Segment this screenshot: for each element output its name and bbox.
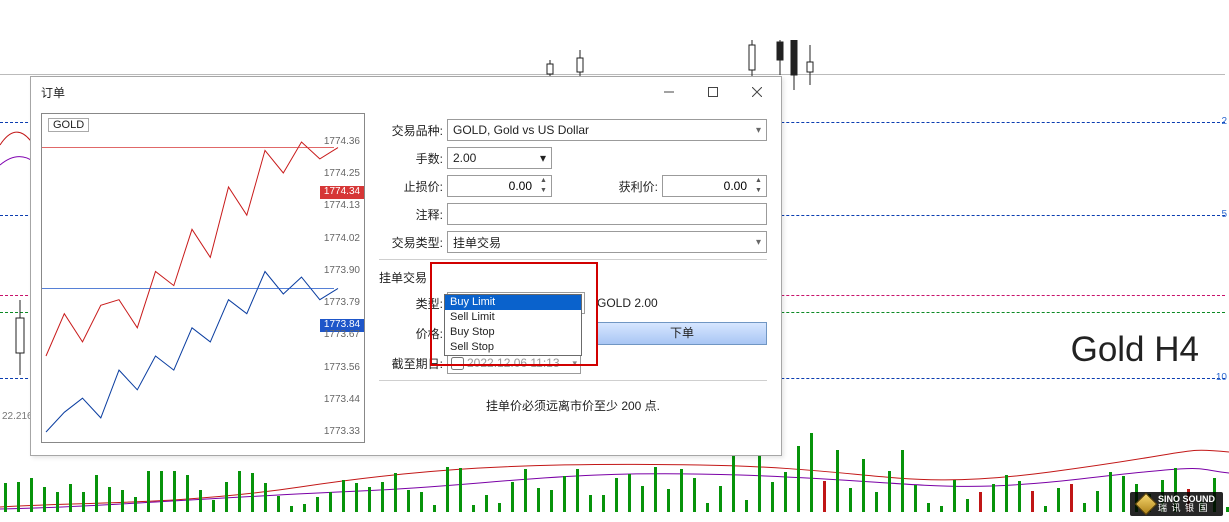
- mini-axis-tick: 1773.33: [324, 426, 360, 437]
- pending-note: 挂单价必须远离市价至少 200 点.: [379, 397, 767, 414]
- order-type-value: 挂单交易: [453, 234, 501, 251]
- bg-level-label: 10: [1216, 372, 1227, 383]
- sl-field[interactable]: [448, 179, 536, 193]
- close-button[interactable]: [735, 78, 779, 106]
- tick-chart: GOLD 1774.34 1773.84 1774.361774.251774.…: [41, 113, 365, 443]
- order-type-select[interactable]: 挂单交易 ▾: [447, 231, 767, 253]
- tp-label: 获利价:: [594, 178, 658, 195]
- ask-price-tag: 1774.34: [320, 186, 364, 199]
- chevron-down-icon: ▾: [572, 358, 577, 369]
- sl-input[interactable]: ▲▼: [447, 175, 552, 197]
- volume-value: 2.00: [453, 151, 476, 165]
- mini-axis-tick: 1774.13: [324, 200, 360, 211]
- chevron-down-icon: ▾: [540, 151, 546, 165]
- mini-axis-tick: 1774.02: [324, 233, 360, 244]
- sl-label: 止损价:: [379, 178, 443, 195]
- diamond-icon: [1135, 493, 1158, 516]
- chevron-down-icon: ▾: [756, 125, 761, 136]
- tp-field[interactable]: [663, 179, 751, 193]
- step-down-icon[interactable]: ▼: [536, 186, 551, 196]
- order-dialog: 订单 GOLD 1774.34 1773.84 1774.361774.2517…: [30, 76, 782, 456]
- order-type-label: 交易类型:: [379, 234, 443, 251]
- symbol-value: GOLD, Gold vs US Dollar: [453, 123, 589, 137]
- option-sell-limit[interactable]: Sell Limit: [445, 310, 581, 325]
- mini-axis-tick: 1773.56: [324, 362, 360, 373]
- pending-section-title: 挂单交易: [379, 266, 767, 288]
- pending-type-label: 类型:: [379, 295, 443, 312]
- brand-logo: SINO SOUND 瑞 讯 银 国: [1130, 492, 1223, 516]
- expiry-label: 截至期日:: [379, 355, 443, 372]
- bg-level-label: 2: [1221, 116, 1227, 127]
- maximize-button[interactable]: [691, 78, 735, 106]
- price-label: 价格:: [379, 325, 443, 342]
- option-buy-stop[interactable]: Buy Stop: [445, 325, 581, 340]
- tp-input[interactable]: ▲▼: [662, 175, 767, 197]
- mini-axis-tick: 1773.44: [324, 394, 360, 405]
- volume-input[interactable]: 2.00 ▾: [447, 147, 552, 169]
- mini-axis-tick: 1774.36: [324, 136, 360, 147]
- step-up-icon[interactable]: ▲: [751, 176, 766, 186]
- mini-axis-tick: 1774.25: [324, 168, 360, 179]
- comment-label: 注释:: [379, 206, 443, 223]
- submit-order-button[interactable]: 下单: [597, 322, 767, 345]
- option-buy-limit[interactable]: Buy Limit: [445, 295, 581, 310]
- option-sell-stop[interactable]: Sell Stop: [445, 340, 581, 355]
- minimize-button[interactable]: [647, 78, 691, 106]
- titlebar[interactable]: 订单: [31, 77, 781, 107]
- comment-input[interactable]: [447, 203, 767, 225]
- chevron-down-icon: ▾: [756, 237, 761, 248]
- order-preview-text: GOLD 2.00: [597, 296, 658, 310]
- pending-type-dropdown[interactable]: Buy Limit Sell Limit Buy Stop Sell Stop: [444, 294, 582, 356]
- bg-level-label: 5: [1221, 209, 1227, 220]
- step-down-icon[interactable]: ▼: [751, 186, 766, 196]
- mini-axis-tick: 1773.79: [324, 297, 360, 308]
- symbol-select[interactable]: GOLD, Gold vs US Dollar ▾: [447, 119, 767, 141]
- mini-axis-tick: 1773.90: [324, 265, 360, 276]
- brand-subtext: 瑞 讯 银 国: [1158, 504, 1215, 513]
- window-title: 订单: [41, 84, 65, 101]
- expiry-value: 2022.12.06 11:13: [467, 356, 560, 370]
- chart-title: Gold H4: [1071, 330, 1199, 370]
- expiry-checkbox[interactable]: [451, 357, 464, 370]
- symbol-label: 交易品种:: [379, 122, 443, 139]
- step-up-icon[interactable]: ▲: [536, 176, 551, 186]
- volume-label: 手数:: [379, 150, 443, 167]
- mini-axis-tick: 1773.67: [324, 329, 360, 340]
